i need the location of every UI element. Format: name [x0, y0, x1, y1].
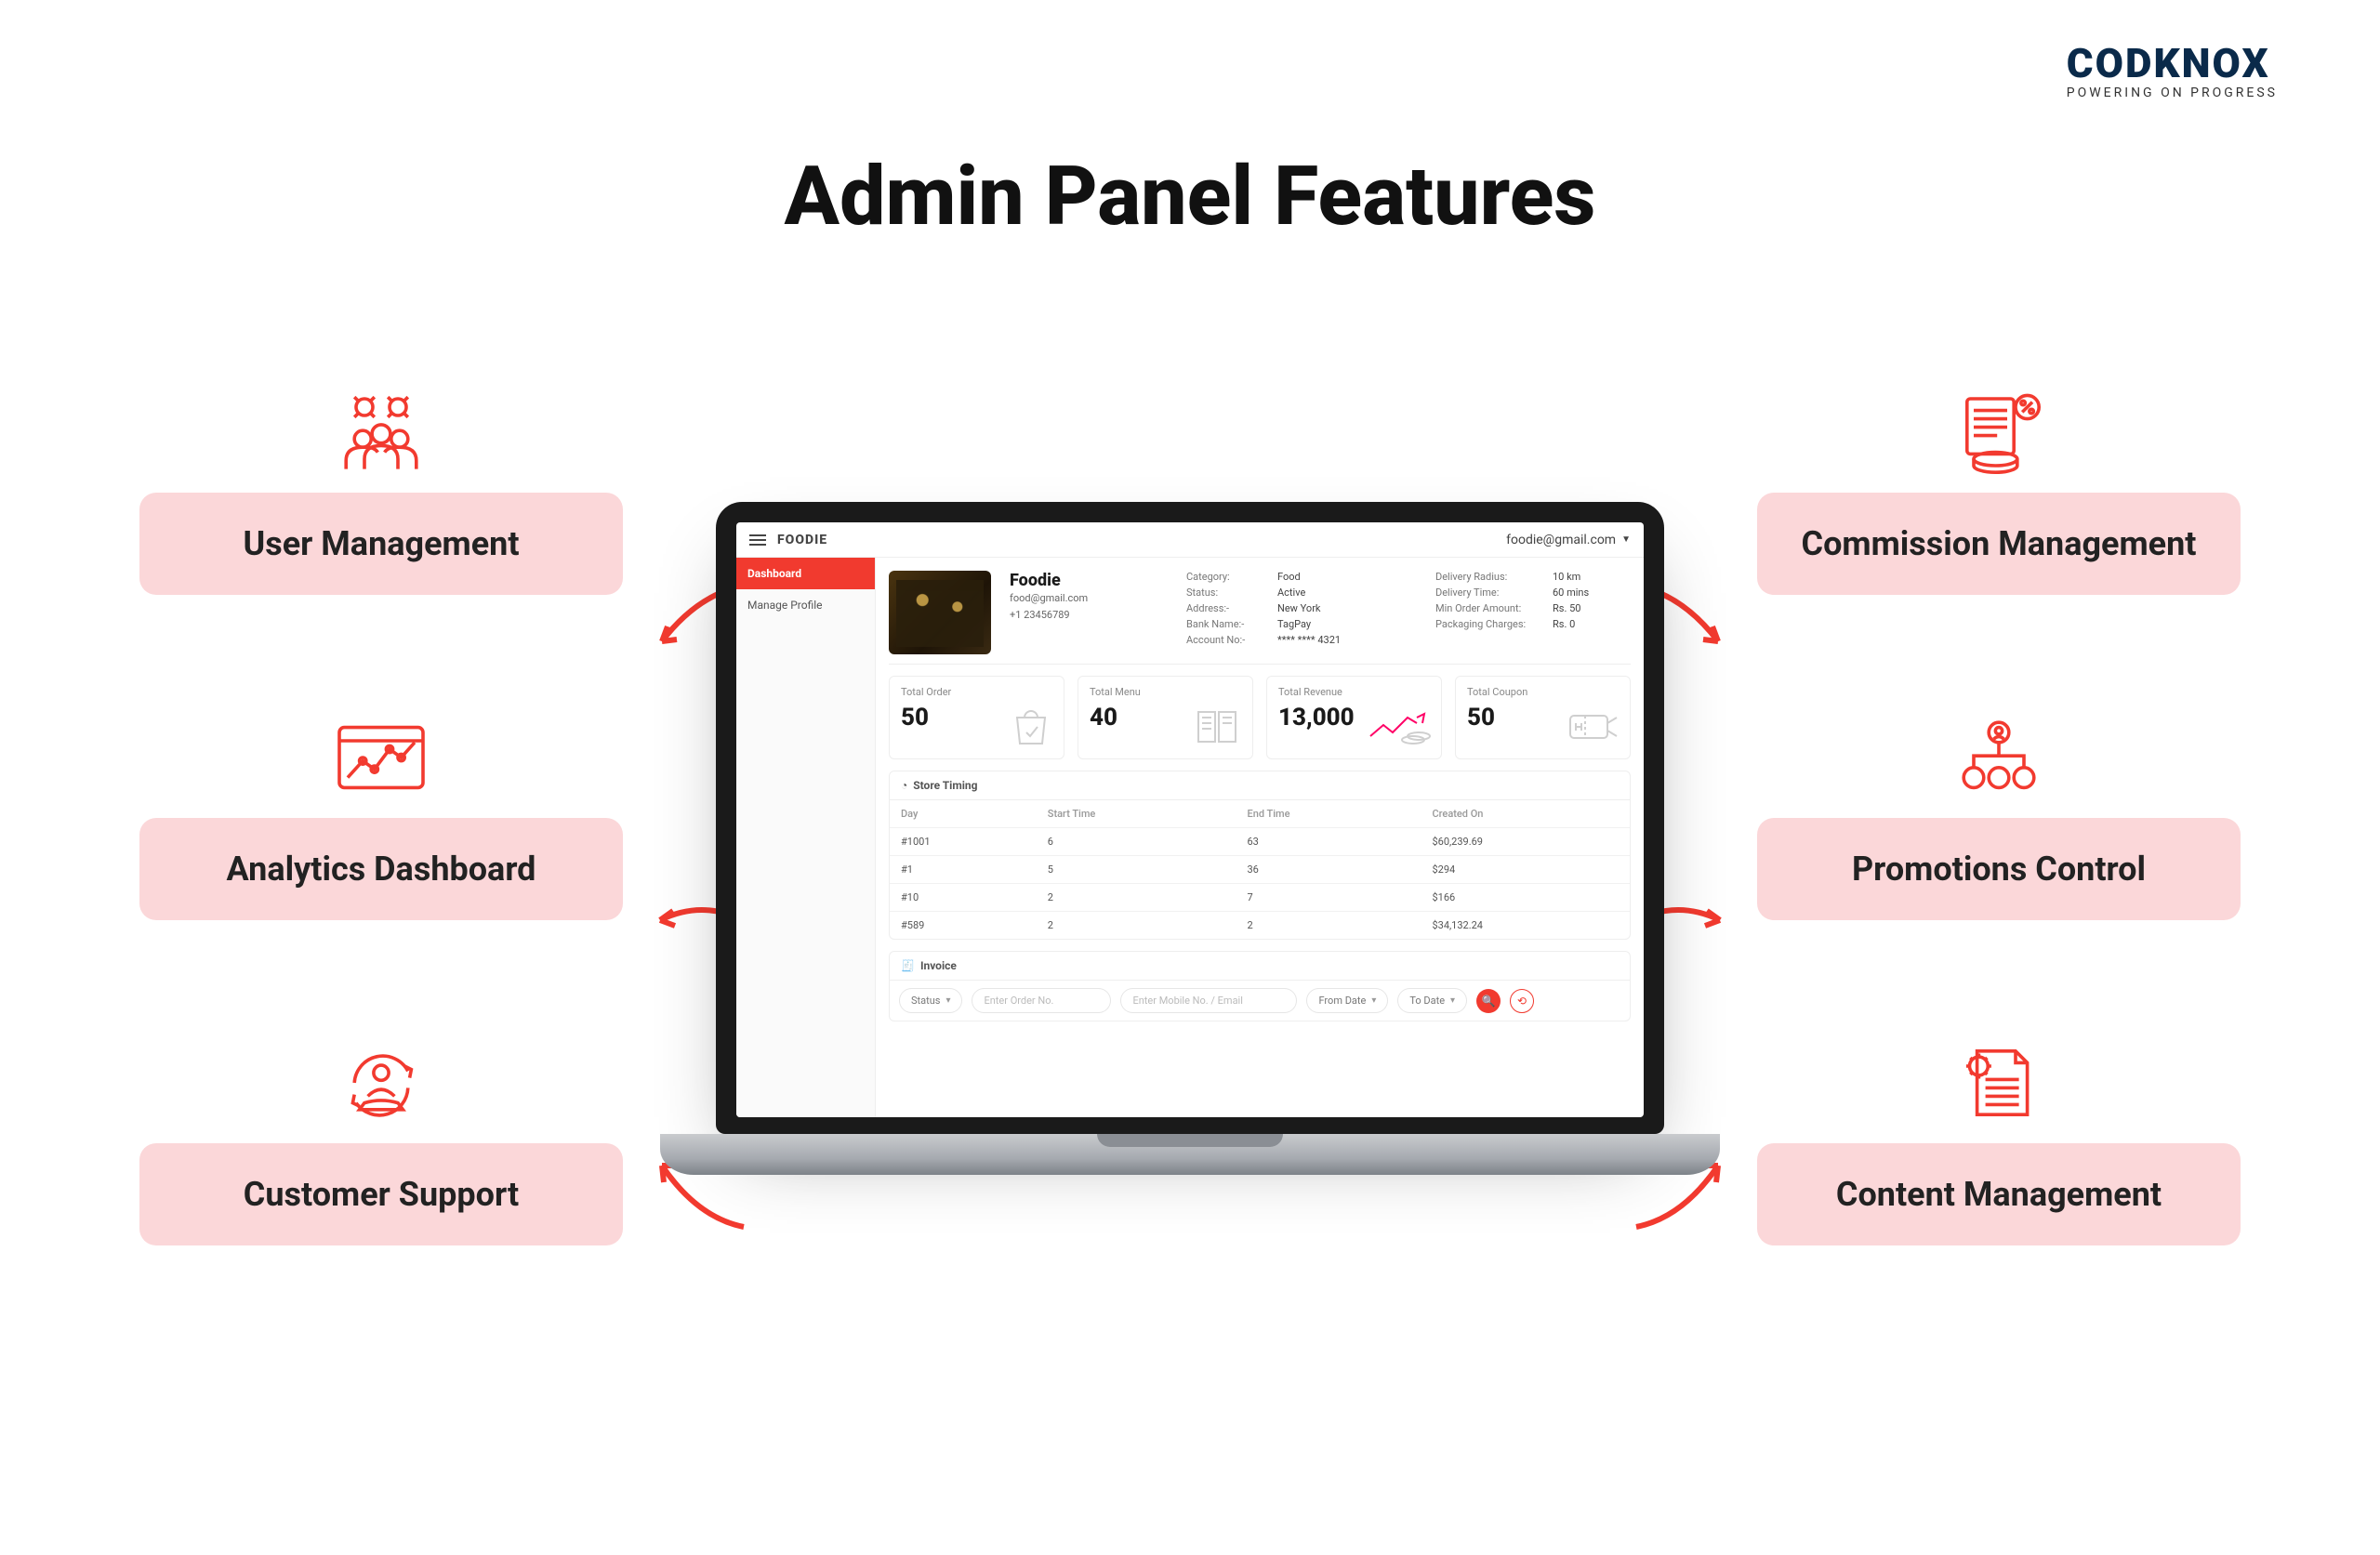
- hamburger-icon[interactable]: [749, 534, 766, 546]
- to-date-select[interactable]: To Date: [1397, 988, 1467, 1013]
- coupon-icon: [1565, 705, 1620, 751]
- topbar: FOODIE foodie@gmail.com ▼: [736, 522, 1644, 558]
- bag-icon: [1008, 705, 1054, 751]
- profile-email: food@gmail.com: [1010, 590, 1168, 607]
- stat-total-order: Total Order 50: [889, 676, 1064, 759]
- users-gear-icon: [330, 390, 432, 474]
- profile-header: Foodie food@gmail.com +1 23456789 Catego…: [889, 571, 1631, 665]
- stats-row: Total Order 50 Total Menu 40: [889, 676, 1631, 759]
- profile-info-a: Category:Food Status:Active Address:-New…: [1186, 571, 1361, 646]
- from-date-select[interactable]: From Date: [1306, 988, 1388, 1013]
- features-right-column: Commission Management Promotions Control…: [1757, 390, 2241, 1245]
- profile-info-b: Delivery Radius:10 km Delivery Time:60 m…: [1435, 571, 1618, 630]
- feature-pill: Content Management: [1757, 1143, 2241, 1245]
- stat-total-revenue: Total Revenue 13,000: [1266, 676, 1442, 759]
- clock-icon: ◔: [901, 779, 907, 792]
- table-row: #1536$294: [890, 856, 1630, 884]
- restaurant-thumbnail: [889, 571, 991, 654]
- invoice-percent-icon: [1948, 390, 2050, 474]
- laptop-base: [660, 1134, 1720, 1175]
- document-icon: 🧾: [901, 959, 915, 972]
- user-menu[interactable]: foodie@gmail.com ▼: [1506, 533, 1631, 547]
- app-name: FOODIE: [777, 533, 827, 547]
- profile-phone: +1 23456789: [1010, 607, 1168, 624]
- contact-input[interactable]: Enter Mobile No. / Email: [1120, 988, 1297, 1013]
- brand-logo: CODKNOX POWERING ON PROGRESS: [2067, 39, 2278, 100]
- feature-user-management: User Management: [139, 390, 623, 595]
- reset-button[interactable]: ⟲: [1510, 989, 1534, 1013]
- laptop-mockup: FOODIE foodie@gmail.com ▼ Dashboard Mana…: [716, 502, 1664, 1175]
- org-hierarchy-icon: [1948, 716, 2050, 799]
- store-timing-table: Day Start Time End Time Created On #1001…: [890, 800, 1630, 939]
- invoice-panel: 🧾Invoice Status Enter Order No. Enter Mo…: [889, 951, 1631, 1021]
- feature-pill: Promotions Control: [1757, 818, 2241, 920]
- brand-tagline: POWERING ON PROGRESS: [2067, 86, 2278, 100]
- feature-pill: Customer Support: [139, 1143, 623, 1245]
- feature-pill: User Management: [139, 493, 623, 595]
- revenue-trend-icon: [1367, 705, 1432, 751]
- brand-name: CODKNOX: [2067, 39, 2278, 87]
- profile-name: Foodie: [1010, 571, 1168, 590]
- features-left-column: User Management Analytics Dashboard: [139, 390, 623, 1245]
- store-timing-panel: ◔Store Timing Day Start Time End Time Cr…: [889, 771, 1631, 940]
- stat-total-menu: Total Menu 40: [1078, 676, 1253, 759]
- sidebar-item-dashboard[interactable]: Dashboard: [736, 558, 875, 589]
- feature-content-management: Content Management: [1757, 1041, 2241, 1245]
- feature-commission-management: Commission Management: [1757, 390, 2241, 595]
- table-row: #1027$166: [890, 884, 1630, 912]
- order-no-input[interactable]: Enter Order No.: [972, 988, 1111, 1013]
- sidebar: Dashboard Manage Profile: [736, 558, 876, 1117]
- analytics-chart-icon: [330, 716, 432, 799]
- feature-promotions-control: Promotions Control: [1757, 716, 2241, 920]
- chevron-down-icon: ▼: [1621, 534, 1631, 545]
- search-button[interactable]: 🔍: [1476, 989, 1501, 1013]
- feature-analytics-dashboard: Analytics Dashboard: [139, 716, 623, 920]
- user-email: foodie@gmail.com: [1506, 533, 1616, 547]
- stat-total-coupon: Total Coupon 50: [1455, 676, 1631, 759]
- page-title: Admin Panel Features: [0, 149, 2380, 244]
- feature-customer-support: Customer Support: [139, 1041, 623, 1245]
- menu-book-icon: [1191, 705, 1243, 751]
- feature-pill: Analytics Dashboard: [139, 818, 623, 920]
- table-row: #1001663$60,239.69: [890, 828, 1630, 856]
- feature-pill: Commission Management: [1757, 493, 2241, 595]
- sidebar-item-manage-profile[interactable]: Manage Profile: [736, 589, 875, 621]
- dashboard-screen: FOODIE foodie@gmail.com ▼ Dashboard Mana…: [736, 522, 1644, 1117]
- table-row: #58922$34,132.24: [890, 912, 1630, 940]
- document-gear-icon: [1948, 1041, 2050, 1125]
- support-hand-icon: [330, 1041, 432, 1125]
- status-select[interactable]: Status: [899, 988, 962, 1013]
